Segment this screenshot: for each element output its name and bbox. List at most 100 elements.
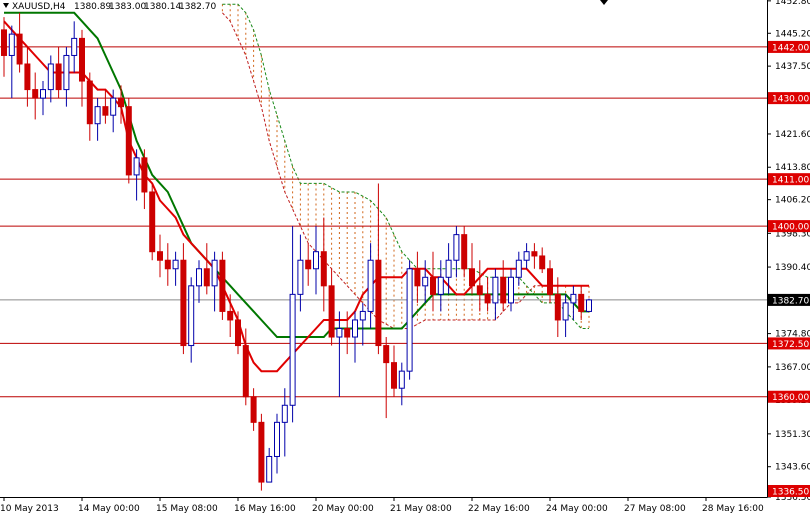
bear-candle: [86, 80, 93, 125]
bull-candle: [188, 285, 195, 347]
x-tick-label: 28 May 16:00: [702, 504, 764, 514]
bear-candle: [235, 319, 241, 347]
bear-candle: [1, 29, 7, 56]
bull-candle: [570, 293, 577, 304]
y-tick-label: 1367.00: [775, 363, 810, 373]
bull-candle: [586, 299, 592, 312]
bear-candle: [383, 345, 390, 364]
bear-candle: [500, 276, 507, 304]
level-price-label: 1400.00: [772, 223, 809, 233]
bear-candle: [469, 268, 475, 287]
bear-candle: [16, 33, 23, 65]
bear-candle: [164, 259, 171, 270]
x-tick-label: 20 May 00:00: [312, 504, 374, 514]
bear-candle: [118, 97, 124, 108]
bull-candle: [47, 63, 54, 91]
bull-candle: [562, 302, 569, 321]
bear-candle: [484, 293, 491, 304]
bull-candle: [422, 276, 429, 287]
bull-candle: [8, 33, 15, 56]
x-tick-label: 27 May 08:00: [624, 504, 686, 514]
bull-candle: [367, 259, 374, 312]
x-tick-label: 15 May 08:00: [156, 504, 218, 514]
bear-candle: [55, 63, 62, 91]
ohlc-open: 1380.89: [74, 2, 111, 12]
ohlc-low: 1380.14: [144, 2, 181, 12]
x-tick-label: 16 May 16:00: [234, 504, 296, 514]
level-price-label: 1442.00: [772, 43, 809, 53]
x-tick-label: 14 May 00:00: [78, 504, 140, 514]
bear-candle: [242, 345, 249, 398]
bear-candle: [305, 259, 312, 270]
x-tick-label: 21 May 08:00: [390, 504, 452, 514]
y-tick-label: 1421.60: [775, 130, 810, 140]
level-price-label: 1430.00: [772, 95, 809, 105]
bull-candle: [437, 276, 444, 295]
bull-candle: [336, 327, 343, 338]
bear-candle: [328, 285, 335, 338]
bull-candle: [359, 310, 366, 321]
y-tick-label: 1445.20: [775, 29, 810, 39]
x-tick-label: 22 May 16:00: [468, 504, 530, 514]
bear-candle: [258, 421, 265, 483]
bull-candle: [196, 268, 202, 287]
bear-candle: [554, 293, 561, 321]
bear-candle: [531, 251, 538, 257]
y-tick-label: 1390.40: [775, 263, 810, 273]
bull-candle: [266, 455, 273, 483]
bear-candle: [227, 310, 234, 321]
symbol-timeframe: XAUUSD,H4: [12, 2, 66, 12]
bull-candle: [398, 370, 405, 389]
bear-candle: [461, 234, 468, 270]
bear-candle: [476, 285, 483, 295]
bear-candle: [547, 268, 553, 295]
bear-candle: [250, 396, 257, 423]
y-tick-label: 1351.30: [775, 430, 810, 440]
bull-candle: [63, 54, 70, 91]
bull-candle: [508, 276, 514, 304]
bull-candle: [297, 259, 304, 295]
bear-candle: [578, 293, 585, 312]
bear-candle: [79, 37, 85, 82]
bear-candle: [180, 259, 187, 347]
bear-candle: [141, 157, 148, 193]
bull-candle: [445, 259, 452, 278]
ohlc-high: 1383.00: [109, 2, 146, 12]
bear-candle: [414, 268, 421, 287]
level-price-label: 1372.50: [772, 340, 809, 350]
bear-candle: [391, 362, 397, 389]
y-tick-label: 1452.80: [775, 0, 810, 7]
bull-candle: [453, 234, 460, 261]
bear-candle: [149, 191, 156, 253]
bull-candle: [352, 319, 358, 338]
bull-candle: [110, 97, 117, 116]
bull-candle: [281, 404, 288, 423]
bear-candle: [32, 89, 39, 99]
bear-candle: [320, 251, 327, 287]
y-tick-label: 1413.80: [775, 163, 810, 173]
bull-candle: [94, 106, 101, 125]
chart-background: [0, 0, 810, 516]
bull-candle: [492, 276, 499, 304]
ichimoku-candlestick-chart[interactable]: 1452.801445.201437.501429.901421.601413.…: [0, 0, 810, 516]
bull-candle: [313, 251, 319, 270]
x-tick-label: 24 May 00:00: [546, 504, 608, 514]
bear-candle: [157, 251, 163, 261]
bull-candle: [274, 421, 280, 457]
level-price-label: 1411.00: [772, 176, 809, 186]
ohlc-close: 1382.70: [179, 2, 216, 12]
y-tick-label: 1343.60: [775, 463, 810, 473]
bull-candle: [515, 259, 522, 278]
bull-candle: [406, 268, 413, 372]
bull-candle: [211, 259, 218, 287]
bull-candle: [71, 37, 78, 56]
bull-candle: [523, 251, 530, 261]
bear-candle: [430, 276, 436, 295]
bear-candle: [539, 255, 546, 270]
bear-candle: [375, 259, 382, 347]
y-tick-label: 1406.20: [775, 196, 810, 206]
range-min-label: 1336.50: [772, 488, 809, 498]
bull-candle: [40, 89, 46, 99]
bear-candle: [125, 106, 132, 176]
bull-candle: [133, 157, 140, 176]
